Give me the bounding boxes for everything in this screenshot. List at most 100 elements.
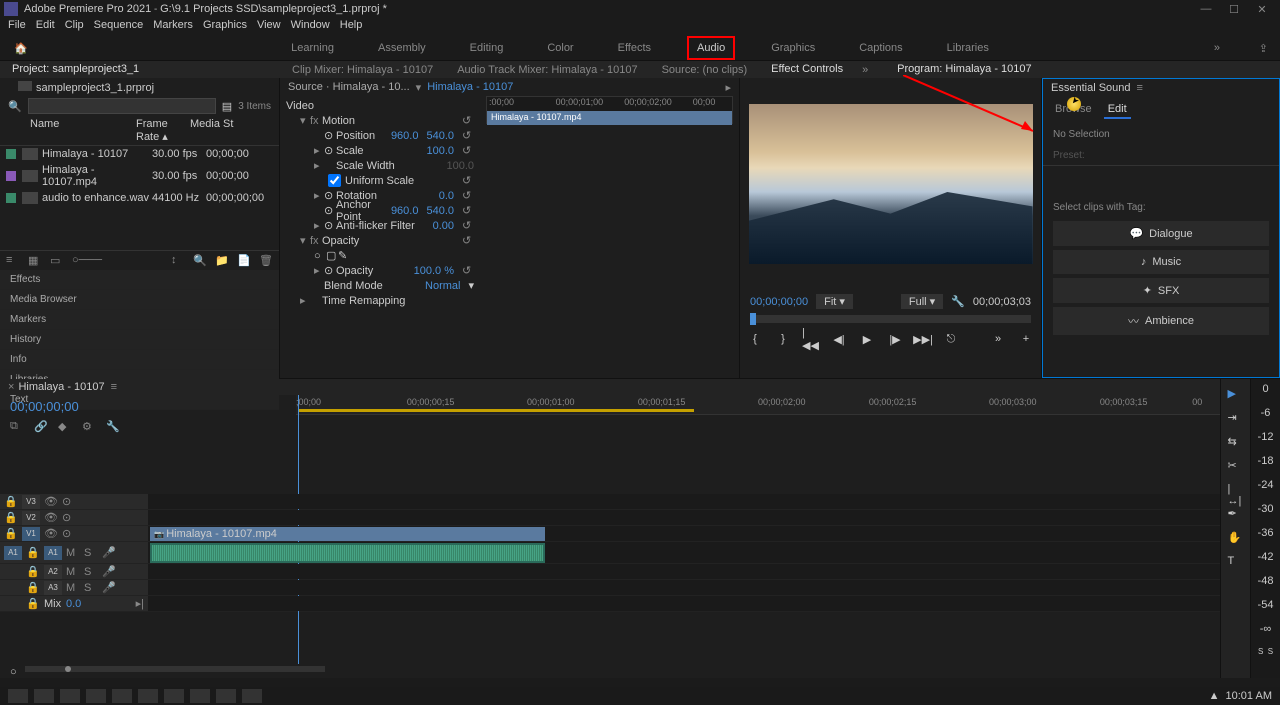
toggle-output-icon[interactable]: 👁: [44, 527, 58, 540]
ws-color[interactable]: Color: [539, 38, 581, 58]
menu-graphics[interactable]: Graphics: [203, 19, 247, 31]
sync-lock-icon[interactable]: ⊙: [62, 527, 76, 540]
type-icon[interactable]: T: [1228, 555, 1244, 571]
project-row[interactable]: Himalaya - 10107 30.00 fps 00;00;00: [0, 146, 279, 162]
ec-blend[interactable]: Blend ModeNormal▾: [286, 278, 474, 293]
new-bin-icon[interactable]: 📁: [215, 254, 229, 268]
timeline-ruler[interactable]: ;00;00 00;00;00;15 00;00;01;00 00;00;01;…: [296, 395, 1220, 415]
taskbar-app-icon[interactable]: [190, 689, 210, 703]
menu-edit[interactable]: Edit: [36, 19, 55, 31]
ec-anchor[interactable]: ⊙Anchor Point960.0540.0↺: [286, 203, 474, 218]
maximize-button[interactable]: ☐: [1220, 0, 1248, 18]
lock-icon[interactable]: 🔒: [26, 546, 40, 559]
ess-dialogue-button[interactable]: 💬Dialogue: [1053, 221, 1269, 246]
ws-captions[interactable]: Captions: [851, 38, 910, 58]
ws-editing[interactable]: Editing: [462, 38, 512, 58]
source-patch[interactable]: A1: [4, 546, 22, 560]
filter-icon[interactable]: ▤: [222, 100, 232, 113]
prog-tc-left[interactable]: 00;00;00;00: [750, 296, 808, 308]
mute-icon[interactable]: M: [66, 547, 80, 559]
toggle-output-icon[interactable]: 👁: [44, 511, 58, 524]
zoom-slider[interactable]: ○───: [72, 254, 86, 268]
ec-uniform[interactable]: Uniform Scale↺: [286, 173, 474, 188]
snap-icon[interactable]: ⧉: [10, 420, 24, 434]
mark-in-icon[interactable]: {: [746, 331, 764, 347]
voice-icon[interactable]: 🎤: [102, 546, 116, 559]
solo-icon[interactable]: S: [84, 547, 98, 559]
taskbar-app-icon[interactable]: [138, 689, 158, 703]
go-to-in-icon[interactable]: |◀◀: [802, 331, 820, 347]
solo-icon[interactable]: S: [84, 582, 98, 594]
panel-effects[interactable]: Effects: [0, 270, 279, 290]
lock-icon[interactable]: 🔒: [26, 565, 40, 578]
pen-icon[interactable]: ✒: [1228, 507, 1244, 523]
export-frame-icon[interactable]: »: [989, 331, 1007, 347]
ec-masks[interactable]: ○▢✎: [286, 248, 474, 263]
taskbar-app-icon[interactable]: [112, 689, 132, 703]
track-select-icon[interactable]: ⇥: [1228, 411, 1244, 427]
lock-icon[interactable]: 🔒: [4, 511, 18, 524]
ws-libraries[interactable]: Libraries: [939, 38, 997, 58]
prog-quality[interactable]: Full ▾: [901, 294, 943, 309]
ec-mini-timeline[interactable]: :00;00 00;00;01;00 00;00;02;00 00;00 Him…: [486, 96, 733, 124]
program-monitor[interactable]: [749, 104, 1033, 264]
panel-markers[interactable]: Markers: [0, 310, 279, 330]
close-button[interactable]: ✕: [1248, 0, 1276, 18]
tab-effect-controls[interactable]: Effect Controls: [759, 60, 855, 80]
track-target[interactable]: A1: [44, 546, 62, 560]
video-clip[interactable]: 📷 Himalaya - 10107.mp4: [150, 527, 545, 541]
tab-program[interactable]: Program: Himalaya - 10107: [885, 60, 1044, 80]
work-area-bar[interactable]: [298, 409, 694, 412]
slip-icon[interactable]: |↔|: [1228, 483, 1244, 499]
zoom-out-icon[interactable]: ○: [10, 666, 17, 678]
track-target[interactable]: V2: [22, 511, 40, 525]
uniform-checkbox[interactable]: [328, 174, 341, 187]
ws-graphics[interactable]: Graphics: [763, 38, 823, 58]
list-view-icon[interactable]: ≡: [6, 254, 20, 268]
button-editor-icon[interactable]: +: [1017, 331, 1035, 347]
minimize-button[interactable]: —: [1192, 0, 1220, 18]
tab-clip-mixer[interactable]: Clip Mixer: Himalaya - 10107: [280, 61, 445, 79]
ws-learning[interactable]: Learning: [283, 38, 342, 58]
selection-tool-icon[interactable]: ▶: [1228, 387, 1244, 403]
step-back-icon[interactable]: ◀|: [830, 331, 848, 347]
voice-icon[interactable]: 🎤: [102, 565, 116, 578]
mute-icon[interactable]: M: [66, 582, 80, 594]
menu-file[interactable]: File: [8, 19, 26, 31]
prog-scrubber[interactable]: [750, 315, 1031, 323]
taskbar-app-icon[interactable]: [216, 689, 236, 703]
chevron-icon[interactable]: ▸|: [136, 597, 144, 610]
ess-music-button[interactable]: ♪Music: [1053, 250, 1269, 274]
ec-target[interactable]: Himalaya - 10107: [427, 81, 513, 93]
tab-audio-track-mixer[interactable]: Audio Track Mixer: Himalaya - 10107: [445, 61, 649, 79]
ws-audio[interactable]: Audio: [687, 36, 735, 60]
menu-markers[interactable]: Markers: [153, 19, 193, 31]
home-icon[interactable]: 🏠: [14, 42, 28, 55]
clock[interactable]: 10:01 AM: [1226, 690, 1272, 702]
ec-motion[interactable]: ▾fxMotion↺: [286, 113, 474, 128]
lock-icon[interactable]: 🔒: [4, 495, 18, 508]
project-row[interactable]: audio to enhance.wav 44100 Hz 00;00;00;0…: [0, 190, 279, 206]
taskbar-app-icon[interactable]: [164, 689, 184, 703]
lift-icon[interactable]: ⎋: [942, 331, 960, 347]
menu-sequence[interactable]: Sequence: [94, 19, 144, 31]
ec-opacity[interactable]: ▾fxOpacity↺: [286, 233, 474, 248]
project-row[interactable]: Himalaya - 10107.mp4 30.00 fps 00;00;00: [0, 162, 279, 190]
tab-project[interactable]: Project: sampleproject3_1: [0, 60, 280, 80]
ws-assembly[interactable]: Assembly: [370, 38, 434, 58]
taskbar-app-icon[interactable]: [86, 689, 106, 703]
project-search-input[interactable]: [28, 98, 216, 114]
col-name[interactable]: Name: [6, 118, 136, 143]
col-rate[interactable]: Frame Rate ▴: [136, 118, 190, 143]
settings-icon[interactable]: 🔧: [951, 295, 965, 308]
track-target[interactable]: V1: [22, 527, 40, 541]
go-to-out-icon[interactable]: ▶▶|: [914, 331, 932, 347]
panel-info[interactable]: Info: [0, 350, 279, 370]
linked-icon[interactable]: 🔗: [34, 420, 48, 434]
settings-icon[interactable]: ⚙: [82, 420, 96, 434]
icon-view-icon[interactable]: ▦: [28, 254, 42, 268]
panel-media-browser[interactable]: Media Browser: [0, 290, 279, 310]
ws-effects[interactable]: Effects: [610, 38, 659, 58]
menu-window[interactable]: Window: [291, 19, 330, 31]
ec-opacity-val[interactable]: ▸⊙Opacity100.0 %↺: [286, 263, 474, 278]
